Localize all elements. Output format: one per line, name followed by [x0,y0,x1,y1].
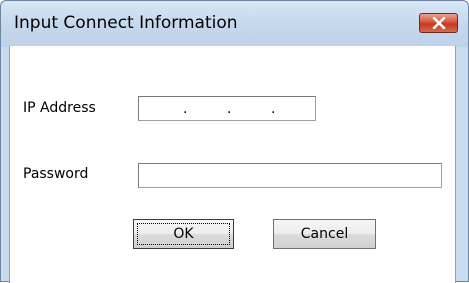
dialog-window: Input Connect Information IP Address . .… [0,0,469,283]
title-bar[interactable]: Input Connect Information [1,1,468,47]
ok-button[interactable]: OK [133,219,234,249]
ip-separator: . [183,101,188,117]
password-label: Password [23,166,89,182]
window-title: Input Connect Information [14,13,238,33]
dialog-content: IP Address . . . Password OK Cancel [9,46,456,283]
password-field[interactable] [138,163,442,188]
ip-separator: . [271,101,276,117]
close-button[interactable] [419,13,458,33]
close-icon [432,17,445,29]
focus-rectangle [137,223,230,245]
cancel-button[interactable]: Cancel [273,219,376,249]
cancel-button-label: Cancel [300,226,349,242]
ip-address-field[interactable]: . . . [138,96,316,121]
ip-address-label: IP Address [23,100,96,116]
ip-separator: . [227,101,232,117]
